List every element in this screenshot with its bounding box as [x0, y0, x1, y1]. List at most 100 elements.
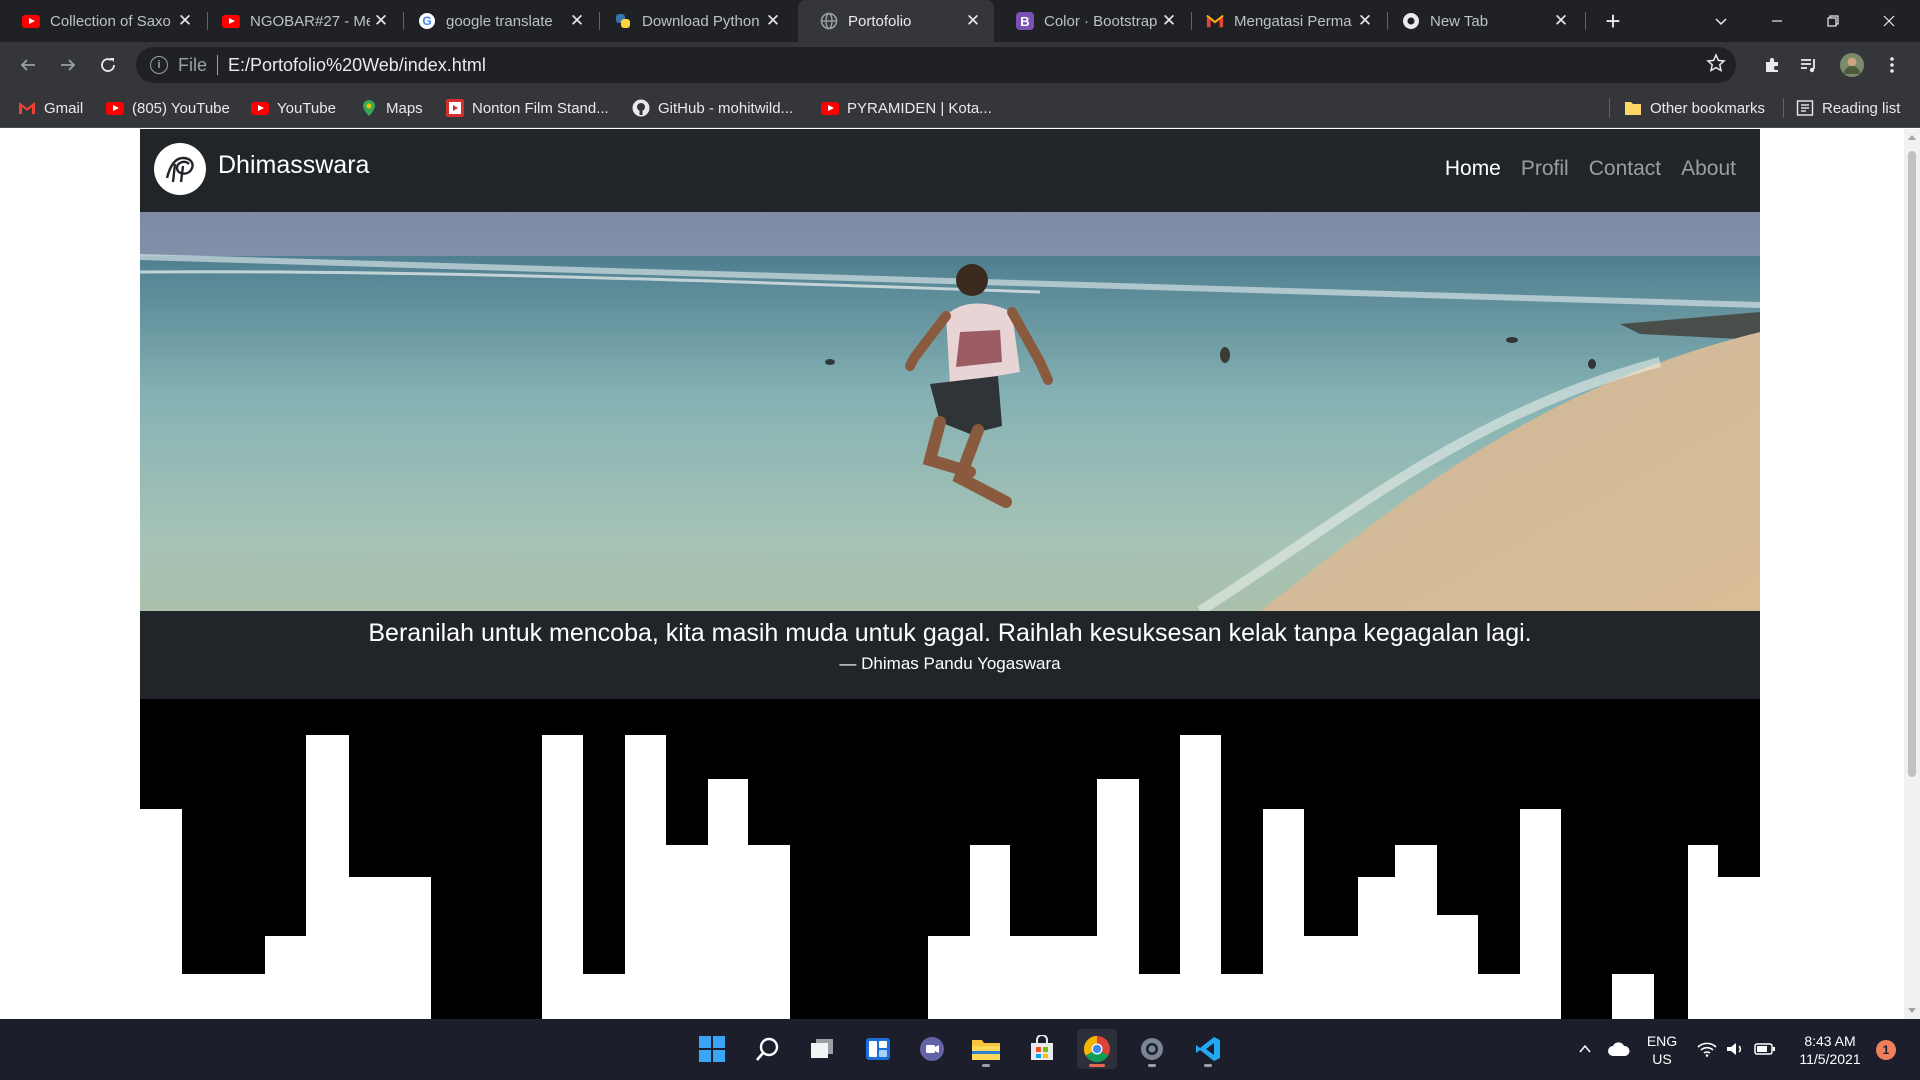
nav-home[interactable]: Home [1445, 157, 1501, 181]
close-icon[interactable]: ✕ [1354, 10, 1376, 32]
close-icon[interactable]: ✕ [566, 10, 588, 32]
nav-profil[interactable]: Profil [1521, 157, 1569, 181]
tab-color-bootstrap[interactable]: B Color · Bootstrap ✕ [994, 0, 1190, 42]
close-icon[interactable]: ✕ [762, 10, 784, 32]
gmail-icon [1206, 12, 1224, 30]
store-icon[interactable] [1022, 1029, 1062, 1069]
other-bookmarks[interactable]: Other bookmarks [1624, 96, 1765, 120]
bookmark-youtube[interactable]: YouTube [251, 96, 336, 120]
info-icon[interactable]: i [150, 56, 168, 74]
bookmark-github[interactable]: GitHub - mohitwild... [632, 96, 793, 120]
bootstrap-icon: B [1016, 12, 1034, 30]
bookmark-label: Other bookmarks [1650, 99, 1766, 117]
file-explorer-icon[interactable] [966, 1029, 1006, 1069]
tab-strip: Collection of Saxo ✕ NGOBAR#27 - Me ✕ G … [0, 0, 1920, 42]
address-bar[interactable]: i File E:/Portofolio%20Web/index.html [136, 47, 1736, 83]
svg-text:B: B [1020, 14, 1029, 29]
tab-download-python[interactable]: Download Python ✕ [592, 0, 794, 42]
tab-title: Portofolio [848, 12, 912, 30]
clock-date: 11/5/2021 [1799, 1051, 1861, 1067]
youtube-icon [251, 99, 269, 117]
brand-logo-icon [154, 143, 206, 195]
chrome-icon[interactable] [1077, 1029, 1117, 1069]
language-label: ENG [1646, 1033, 1678, 1049]
app-running-indicator [1204, 1064, 1212, 1067]
settings-icon[interactable] [1132, 1029, 1172, 1069]
tab-title: Color · Bootstrap [1044, 12, 1158, 30]
skyline-svg [140, 699, 1760, 1019]
teams-chat-icon[interactable] [912, 1029, 952, 1069]
bookmark-label: PYRAMIDEN | Kota... [847, 99, 992, 117]
nav-about[interactable]: About [1681, 157, 1736, 181]
close-window-button[interactable] [1860, 0, 1918, 42]
browser-toolbar: i File E:/Portofolio%20Web/index.html [0, 42, 1920, 88]
bookmark-star-icon[interactable] [1706, 53, 1726, 79]
clock[interactable]: 8:43 AM 11/5/2021 [1790, 1032, 1870, 1068]
page-viewport: Dhimasswara Home Profil Contact About Be… [0, 129, 1904, 1019]
back-button[interactable] [12, 49, 44, 81]
hero-beach-photo [140, 212, 1760, 611]
youtube-icon [22, 12, 40, 30]
close-icon[interactable]: ✕ [1158, 10, 1180, 32]
menu-icon[interactable] [1876, 49, 1908, 81]
folder-icon [1624, 99, 1642, 117]
tab-mengatasi[interactable]: Mengatasi Perma ✕ [1184, 0, 1386, 42]
address-url[interactable]: E:/Portofolio%20Web/index.html [228, 55, 486, 76]
close-icon[interactable]: ✕ [370, 10, 392, 32]
page-scrollbar[interactable] [1904, 129, 1920, 1019]
google-icon: G [418, 12, 436, 30]
restore-button[interactable] [1804, 0, 1862, 42]
windows-taskbar: ENG US 8:43 AM 11/5/2021 [0, 1019, 1920, 1080]
new-tab-button[interactable]: + [1598, 6, 1628, 36]
gmail-icon [18, 99, 36, 117]
skyline-wave-decoration [140, 699, 1760, 1019]
close-icon[interactable]: ✕ [1550, 10, 1572, 32]
tab-google-translate[interactable]: G google translate ✕ [396, 0, 598, 42]
battery-icon[interactable] [1750, 1029, 1780, 1069]
scrollbar-thumb[interactable] [1908, 151, 1916, 777]
bookmark-gmail[interactable]: Gmail [18, 96, 83, 120]
profile-avatar[interactable] [1836, 49, 1868, 81]
tab-portofolio[interactable]: Portofolio ✕ [798, 0, 994, 42]
bookmark-maps[interactable]: Maps [360, 96, 423, 120]
close-icon[interactable]: ✕ [174, 10, 196, 32]
bookmark-805-youtube[interactable]: (805) YouTube [106, 96, 230, 120]
tab-new-tab[interactable]: New Tab ✕ [1380, 0, 1582, 42]
scroll-up-arrow-icon[interactable] [1908, 135, 1916, 140]
tab-collection-of-saxo[interactable]: Collection of Saxo ✕ [0, 0, 206, 42]
quote-section: Beranilah untuk mencoba, kita masih muda… [140, 611, 1760, 699]
notification-badge[interactable]: 1 [1876, 1040, 1896, 1060]
media-control-icon[interactable] [1792, 49, 1824, 81]
search-icon[interactable] [748, 1029, 788, 1069]
bookmark-nonton-film[interactable]: Nonton Film Stand... [446, 96, 609, 120]
bookmark-label: Maps [386, 99, 423, 117]
clock-time: 8:43 AM [1804, 1033, 1856, 1049]
brand[interactable]: Dhimasswara [154, 143, 369, 195]
tab-ngobar[interactable]: NGOBAR#27 - Me ✕ [200, 0, 402, 42]
onedrive-cloud-icon[interactable] [1602, 1029, 1636, 1069]
task-view-icon[interactable] [802, 1029, 842, 1069]
extensions-icon[interactable] [1756, 49, 1788, 81]
volume-icon[interactable] [1720, 1029, 1750, 1069]
bookmarks-separator [1783, 98, 1784, 118]
wifi-icon[interactable] [1692, 1029, 1722, 1069]
app-active-indicator [1089, 1064, 1105, 1067]
app-running-indicator [982, 1064, 990, 1067]
youtube-icon [821, 99, 839, 117]
chevron-up-icon[interactable] [1570, 1029, 1600, 1069]
minimize-button[interactable] [1748, 0, 1806, 42]
start-icon[interactable] [692, 1029, 732, 1069]
widgets-icon[interactable] [858, 1029, 898, 1069]
reading-list[interactable]: Reading list [1796, 96, 1900, 120]
close-icon[interactable]: ✕ [962, 10, 984, 32]
nav-contact[interactable]: Contact [1589, 157, 1661, 181]
scroll-down-arrow-icon[interactable] [1908, 1008, 1916, 1013]
vscode-icon[interactable] [1188, 1029, 1228, 1069]
bookmark-pyramiden[interactable]: PYRAMIDEN | Kota... [821, 96, 992, 120]
site-navbar: Dhimasswara Home Profil Contact About [140, 129, 1760, 212]
input-language[interactable]: ENG US [1640, 1032, 1684, 1068]
forward-button[interactable] [52, 49, 84, 81]
tab-search-button[interactable] [1692, 0, 1750, 42]
reload-button[interactable] [92, 49, 124, 81]
tab-title: Download Python [642, 12, 760, 30]
